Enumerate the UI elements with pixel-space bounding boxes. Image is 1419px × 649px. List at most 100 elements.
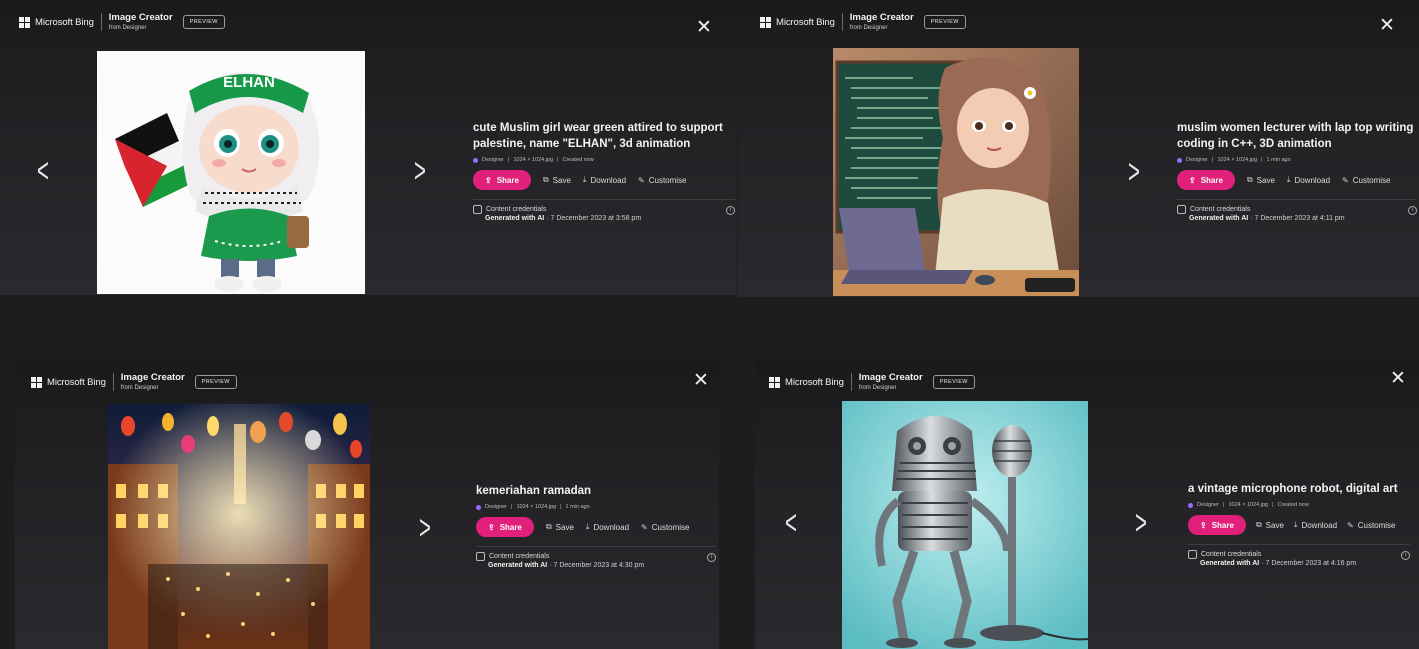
next-image-button[interactable]: > [1135, 506, 1147, 540]
brand[interactable]: Microsoft Bing [19, 16, 94, 28]
download-button[interactable]: ⤓ Download [1294, 520, 1337, 530]
save-button[interactable]: ⧉ Save [546, 522, 574, 532]
image-details: kemeriahan ramadan Designer | 1024 × 1024… [476, 483, 716, 569]
save-button[interactable]: ⧉ Save [1247, 175, 1275, 185]
generated-label: Generated with AI [1189, 215, 1249, 222]
brand[interactable]: Microsoft Bing [769, 376, 844, 388]
created-time: Created now [1277, 502, 1309, 508]
share-button[interactable]: ⇪ Share [1177, 170, 1235, 190]
image-creator-title[interactable]: Image Creator from Designer [850, 13, 914, 31]
next-image-button[interactable]: > [414, 154, 426, 188]
share-icon: ⇪ [1200, 520, 1207, 530]
headband-text: ELHAN [223, 74, 275, 91]
generated-image[interactable] [108, 404, 370, 649]
download-label: Download [590, 175, 627, 185]
brand[interactable]: Microsoft Bing [31, 376, 106, 388]
customise-icon: ✎ [1342, 175, 1349, 185]
share-button[interactable]: ⇪ Share [1188, 515, 1246, 535]
save-button[interactable]: ⧉ Save [1256, 520, 1284, 530]
girl-illustration: ELHAN [97, 51, 365, 294]
generated-image[interactable] [833, 48, 1079, 296]
customise-button[interactable]: ✎ Customise [1347, 521, 1396, 530]
image-details: muslim women lecturer with lap top writi… [1177, 120, 1417, 222]
previous-image-button[interactable]: < [37, 154, 49, 188]
separator [1188, 544, 1410, 545]
header-divider [112, 373, 114, 391]
close-button[interactable]: ✕ [1390, 369, 1406, 388]
image-creator-title[interactable]: Image Creator from Designer [109, 13, 173, 31]
content-credentials: Content credentials Generated with AI · … [1177, 205, 1417, 222]
generated-date: · 7 December 2023 at 4:16 pm [1259, 560, 1357, 567]
download-button[interactable]: ⤓ Download [586, 522, 629, 532]
prompt-text: kemeriahan ramadan [476, 485, 592, 497]
app-title: Image Creator [108, 12, 173, 24]
brand-label: Microsoft Bing [776, 16, 835, 28]
viewer-panel-1: Microsoft Bing Image Creator from Design… [0, 0, 737, 295]
customise-button[interactable]: ✎ Customise [638, 176, 687, 185]
download-label: Download [1301, 520, 1338, 530]
share-label: Share [1200, 175, 1223, 185]
save-button[interactable]: ⧉ Save [543, 175, 571, 185]
robot-microphone-illustration [842, 401, 1088, 649]
separator [476, 546, 716, 547]
download-button[interactable]: ⤓ Download [583, 175, 626, 185]
save-label: Save [1256, 175, 1275, 185]
content-credentials-icon [476, 552, 485, 561]
designer-label: Designer [1197, 502, 1220, 508]
download-button[interactable]: ⤓ Download [1287, 175, 1330, 185]
next-image-button[interactable]: > [419, 511, 431, 545]
customise-button[interactable]: ✎ Customise [641, 523, 690, 532]
generated-label: Generated with AI [488, 562, 548, 569]
content-credentials: Content credentials Generated with AI · … [473, 205, 735, 222]
app-subtitle: from Designer [120, 384, 159, 391]
viewer-header: Microsoft Bing Image Creator from Design… [738, 0, 1419, 44]
info-icon[interactable]: i [707, 553, 716, 562]
brand[interactable]: Microsoft Bing [760, 16, 835, 28]
action-bar: ⇪ Share ⧉ Save ⤓ Download ✎ Customise [1177, 170, 1417, 190]
download-icon: ⤓ [1286, 175, 1291, 184]
app-title: Image Creator [120, 372, 185, 384]
save-icon: ⧉ [545, 522, 552, 531]
info-icon[interactable]: i [726, 206, 735, 215]
image-creator-title[interactable]: Image Creator from Designer [121, 373, 185, 391]
customise-button[interactable]: ✎ Customise [1342, 176, 1391, 185]
download-label: Download [1294, 175, 1331, 185]
image-details: a vintage microphone robot, digital art … [1188, 481, 1410, 567]
app-subtitle: from Designer [849, 24, 888, 31]
generated-date: · 7 December 2023 at 4:30 pm [547, 562, 645, 569]
generated-image[interactable]: ELHAN [97, 51, 365, 294]
image-size: 1024 × 1024.jpg [513, 157, 554, 163]
generated-image[interactable] [842, 401, 1088, 649]
customise-label: Customise [651, 522, 690, 532]
header-divider [850, 373, 852, 391]
share-label: Share [1211, 520, 1234, 530]
close-button[interactable]: ✕ [693, 371, 709, 390]
share-icon: ⇪ [1189, 175, 1196, 185]
action-bar: ⇪ Share ⧉ Save ⤓ Download ✎ Customise [1188, 515, 1410, 535]
customise-icon: ✎ [641, 522, 648, 532]
image-size: 1024 × 1024.jpg [1217, 157, 1258, 163]
viewer-panel-4: Microsoft Bing Image Creator from Design… [755, 360, 1419, 649]
close-button[interactable]: ✕ [696, 18, 712, 37]
content-credentials-icon [473, 205, 482, 214]
ramadan-market-illustration [108, 404, 370, 649]
header-divider [100, 13, 102, 31]
generated-label: Generated with AI [485, 215, 545, 222]
info-icon[interactable]: i [1401, 551, 1410, 560]
download-icon: ⤓ [585, 522, 590, 531]
image-creator-title[interactable]: Image Creator from Designer [859, 373, 923, 391]
share-button[interactable]: ⇪ Share [476, 517, 534, 537]
info-icon[interactable]: i [1408, 206, 1417, 215]
customise-icon: ✎ [1347, 520, 1354, 530]
next-image-button[interactable]: > [1128, 155, 1140, 189]
previous-image-button[interactable]: < [785, 506, 797, 540]
content-credentials: Content credentials Generated with AI · … [1188, 550, 1410, 567]
share-button[interactable]: ⇪ Share [473, 170, 531, 190]
close-button[interactable]: ✕ [1379, 16, 1395, 35]
preview-badge: PREVIEW [932, 375, 975, 389]
action-bar: ⇪ Share ⧉ Save ⤓ Download ✎ Customise [476, 517, 716, 537]
save-icon: ⧉ [1255, 520, 1262, 529]
designer-label: Designer [485, 504, 508, 510]
app-title: Image Creator [858, 372, 923, 384]
customise-label: Customise [648, 175, 687, 185]
